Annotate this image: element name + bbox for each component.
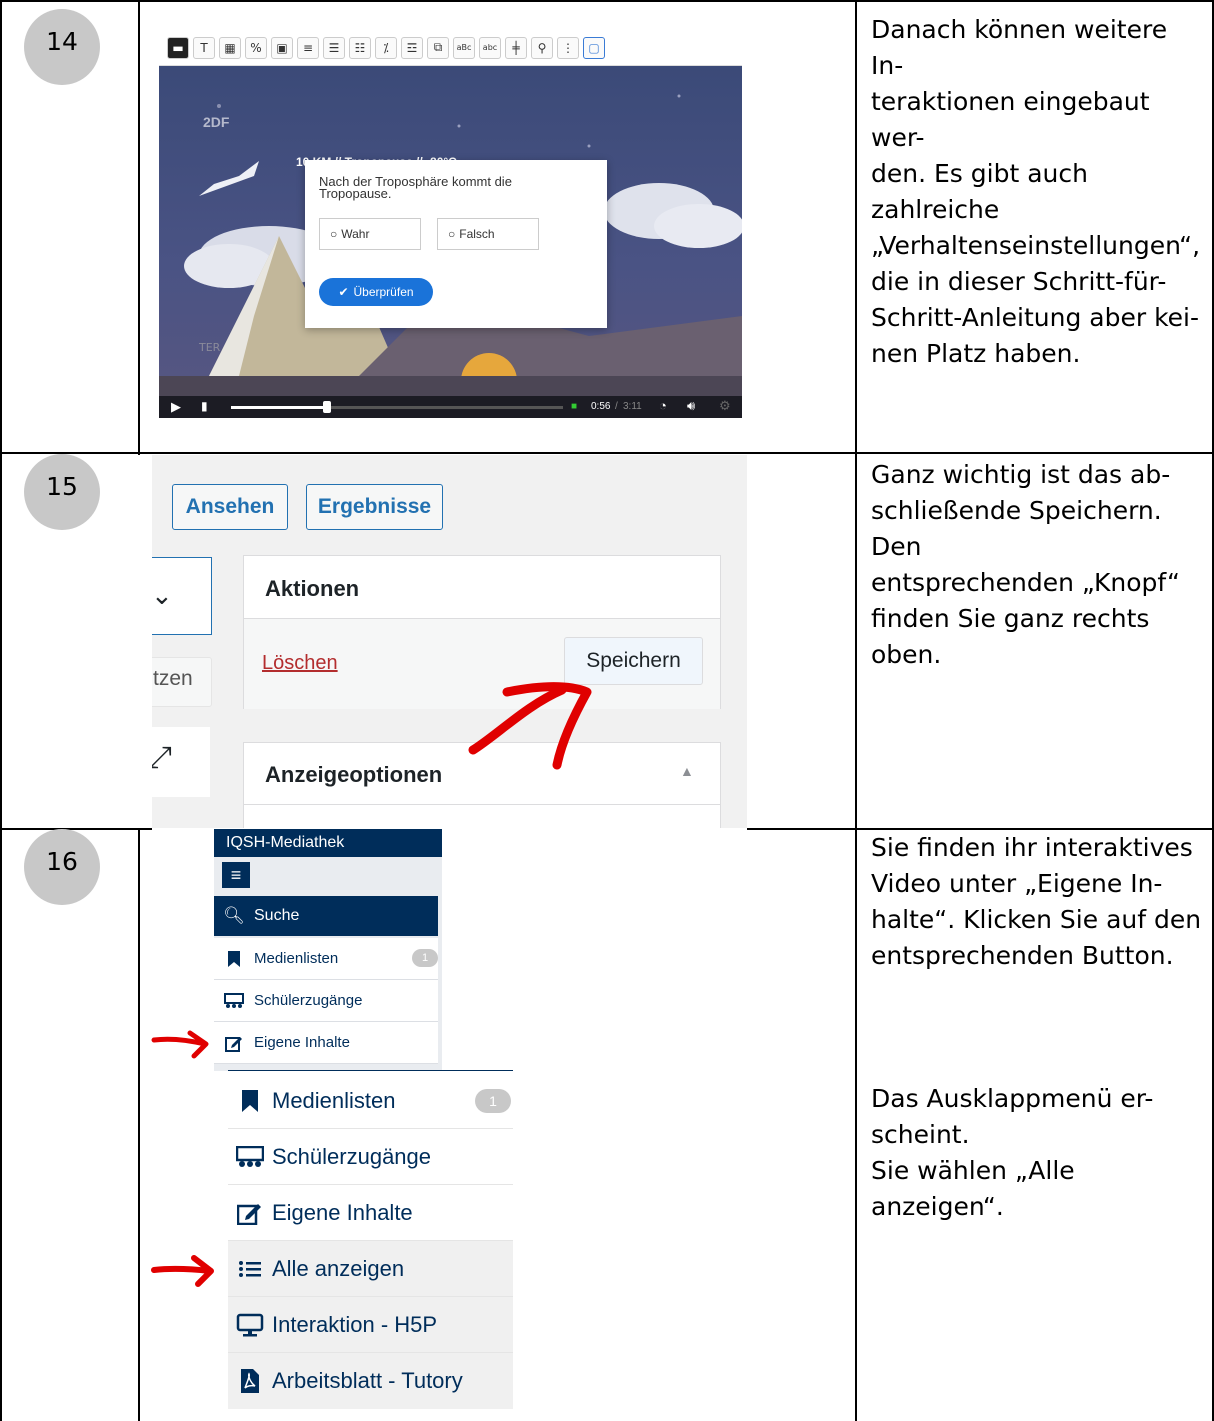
step-number-15: 15 (24, 454, 100, 530)
sidebar-item-medienlisten[interactable]: Medienlisten 1 (214, 938, 438, 980)
delete-link[interactable]: Löschen (262, 652, 338, 675)
chevron-down-icon[interactable]: ⌄ (152, 580, 173, 611)
time-total: 3:11 (623, 401, 642, 412)
dropdown-item-medienlisten[interactable]: Medienlisten 1 (228, 1073, 513, 1129)
navigation-hotspot-tool-icon[interactable]: ⚲ (531, 36, 553, 59)
watermark-text: TER (198, 341, 221, 354)
interactive-video-editor: ▬ T ▦ % ▣ ≡ ☰ ☷ ⁒ ☲ ⧉ aBc abc ╪ ⚲ ⋮ ▢ TE… (159, 30, 742, 418)
progress-fill (231, 406, 328, 409)
save-button[interactable]: Speichern (564, 637, 703, 685)
display-options-title: Anzeigeoptionen (265, 762, 443, 787)
speed-icon[interactable]: ◔ (659, 398, 667, 413)
text-tool-icon[interactable]: T (193, 36, 215, 59)
results-button[interactable]: Ergebnisse (306, 484, 443, 530)
link-tool-icon[interactable]: % (245, 36, 267, 59)
collapse-arrow-icon[interactable]: ▲ (680, 763, 694, 779)
dropdown-item-interaktion-h5p[interactable]: Interaktion - H5P (228, 1297, 513, 1353)
time-current: 0:56 (591, 401, 611, 412)
multiple-choice-tool-icon[interactable]: ☷ (349, 36, 371, 59)
search-nav-item[interactable]: 🔍︎ Suche (214, 896, 438, 936)
check-circle-icon: ✔ (338, 285, 349, 299)
progress-knob[interactable] (323, 401, 332, 413)
partial-panel: ⌄ (152, 557, 212, 635)
drag-text-tool-icon[interactable]: abc (479, 36, 501, 59)
sidebar-item-schuelerzugaenge[interactable]: Schülerzugänge (214, 980, 438, 1022)
check-button[interactable]: ✔ Überprüfen (319, 278, 433, 306)
classroom-icon (230, 1145, 270, 1168)
mediathek-title: IQSH-Mediathek (214, 829, 442, 857)
label-tool-icon[interactable]: ▬ (167, 36, 189, 59)
step-15-description: Ganz wichtig ist das ab- schließende Spe… (871, 460, 1180, 669)
count-badge: 1 (475, 1089, 511, 1113)
partial-button[interactable]: tzen (152, 657, 212, 707)
dropdown-item-arbeitsblatt-tutory[interactable]: Arbeitsblatt - Tutory (228, 1353, 513, 1409)
partial-tile: ⤢ (152, 727, 210, 797)
mediathek-sidebar: IQSH-Mediathek ≡ 🔍︎ Suche Medienlisten 1 … (214, 829, 442, 1071)
step-number-14: 14 (24, 9, 100, 85)
fill-blanks-tool-icon[interactable]: ☲ (401, 36, 423, 59)
expand-icon[interactable]: ⤢ (152, 741, 172, 775)
bookmark-icon[interactable]: ▮ (201, 399, 208, 413)
interaction-toolbar: ▬ T ▦ % ▣ ≡ ☰ ☷ ⁒ ☲ ⧉ aBc abc ╪ ⚲ ⋮ ▢ (159, 30, 742, 66)
mark-words-tool-icon[interactable]: aBc (453, 36, 475, 59)
bookmark-icon (214, 950, 254, 968)
sidebar-item-eigene-inhalte[interactable]: Eigene Inhalte (214, 1022, 438, 1064)
progress-track[interactable] (231, 401, 563, 413)
radio-icon: ○ (448, 227, 456, 241)
interaction-marker-icon: ■ (571, 401, 578, 412)
dropdown-item-schuelerzugaenge[interactable]: Schülerzugänge (228, 1129, 513, 1185)
volume-icon[interactable]: 🔊︎ (687, 398, 695, 414)
statements-tool-icon[interactable]: ≡ (297, 36, 319, 59)
crossroads-tool-icon[interactable]: ╪ (505, 36, 527, 59)
count-badge: 1 (412, 949, 438, 967)
settings-gear-icon[interactable]: ⚙ (719, 398, 731, 414)
true-false-question-dialog: Nach der Troposphäre kommt die Tropopaus… (305, 160, 607, 328)
actions-title: Aktionen (265, 576, 360, 601)
option-false[interactable]: ○ Falsch (437, 218, 539, 250)
step-number-16: 16 (24, 829, 100, 905)
image-tool-icon[interactable]: ▣ (271, 36, 293, 59)
dropdown-item-eigene-inhalte[interactable]: Eigene Inhalte (228, 1185, 513, 1241)
radio-icon: ○ (330, 227, 338, 241)
play-icon[interactable]: ▶ (171, 399, 181, 415)
step-16-description-2: Das Ausklappmenü er- scheint. Sie wählen… (871, 1084, 1154, 1221)
classroom-icon (214, 992, 254, 1009)
question-text: Nach der Troposphäre kommt die Tropopaus… (319, 174, 512, 201)
admin-screenshot: Ansehen Ergebnisse ⌄ tzen ⤢ Aktionen Lös… (152, 455, 747, 828)
table-tool-icon[interactable]: ▦ (219, 36, 241, 59)
true-false-tool-icon[interactable]: ⁒ (375, 36, 397, 59)
option-true[interactable]: ○ Wahr (319, 218, 421, 250)
red-arrow-annotation (468, 682, 592, 770)
hamburger-menu-icon[interactable]: ≡ (222, 862, 250, 888)
list-icon (230, 1259, 270, 1279)
drag-drop-tool-icon[interactable]: ⧉ (427, 36, 449, 59)
edit-icon (214, 1034, 254, 1052)
red-arrow-alle-anzeigen (151, 1255, 214, 1287)
more-tools-icon[interactable]: ⋮ (557, 36, 579, 59)
summary-tool-icon[interactable]: ▢ (583, 36, 605, 59)
bookmark-icon (230, 1089, 270, 1113)
step-14-description: Danach können weitere In- teraktionen ei… (871, 15, 1201, 368)
single-choice-tool-icon[interactable]: ☰ (323, 36, 345, 59)
red-arrow-eigene-inhalte (151, 1030, 209, 1059)
own-content-dropdown: Medienlisten 1 Schülerzugänge Eigene Inh… (228, 1071, 513, 1410)
search-icon: 🔍︎ (223, 906, 245, 925)
step-16-description: Sie finden ihr interaktives Video unter … (871, 833, 1202, 970)
dropdown-item-alle-anzeigen[interactable]: Alle anzeigen (228, 1241, 513, 1297)
view-button[interactable]: Ansehen (172, 484, 288, 530)
monitor-icon (230, 1313, 270, 1337)
pdf-icon (230, 1368, 270, 1394)
channel-logo: 2DF (203, 114, 230, 130)
video-controls: ▶ ▮ ■ 0:56 / 3:11 ◔ 🔊︎ ⚙ (159, 396, 742, 418)
edit-icon (230, 1201, 270, 1225)
